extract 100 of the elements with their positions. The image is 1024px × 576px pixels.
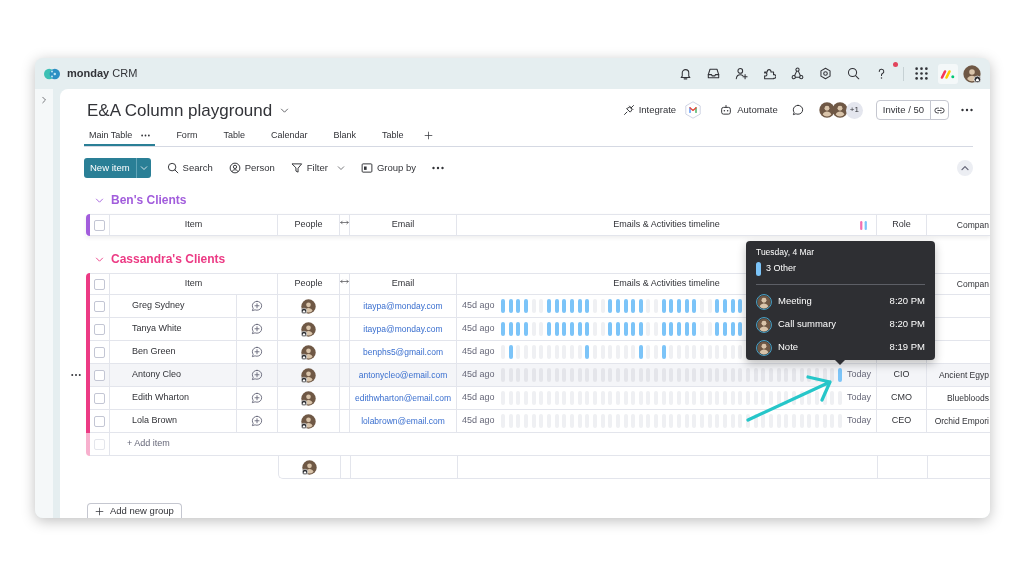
item-name[interactable]: Tanya White	[110, 318, 237, 340]
timeline-segment[interactable]	[523, 322, 528, 336]
toolbar-button[interactable]: Person	[228, 160, 275, 176]
item-name[interactable]: Greg Sydney	[110, 295, 237, 317]
timeline-segment[interactable]	[738, 299, 743, 313]
copy-link-button[interactable]	[930, 100, 949, 120]
checkbox[interactable]	[94, 346, 105, 358]
view-tab[interactable]: Calendar	[265, 125, 313, 146]
toolbar-button[interactable]: Filter	[290, 160, 345, 176]
collapse-icon[interactable]	[957, 160, 973, 176]
resize-icon[interactable]	[340, 277, 349, 286]
add-update-icon[interactable]	[251, 415, 263, 427]
timeline-segment[interactable]	[677, 322, 682, 336]
checkbox[interactable]	[94, 369, 105, 381]
timeline-segment[interactable]	[508, 299, 513, 313]
group-title[interactable]: Ben's Clients	[111, 191, 187, 209]
timeline-segment[interactable]	[746, 414, 750, 428]
checkbox[interactable]	[94, 300, 105, 312]
apps-grid-icon[interactable]	[915, 67, 928, 80]
invite-button[interactable]: Invite / 50	[875, 100, 931, 120]
timeline-segment[interactable]	[723, 299, 728, 313]
timeline-segment[interactable]	[684, 322, 689, 336]
timeline-segment[interactable]	[501, 322, 505, 336]
timeline-segment[interactable]	[508, 322, 513, 336]
timeline-segment[interactable]	[585, 299, 590, 313]
search-icon[interactable]	[847, 67, 860, 80]
timeline-segment[interactable]	[738, 345, 743, 359]
automate-button[interactable]: Automate	[720, 102, 778, 118]
table-row[interactable]: Lola Brown lolabrown@email.com 45d ago Today CEO Orchid Empori	[90, 410, 990, 433]
timeline-segment[interactable]	[768, 391, 773, 405]
timeline-segment[interactable]	[738, 322, 743, 336]
board-title[interactable]: E&A Column playground	[87, 101, 273, 119]
timeline-segment[interactable]	[615, 299, 620, 313]
timeline-segment[interactable]	[546, 322, 551, 336]
chevron-icon[interactable]	[95, 195, 104, 205]
timeline-segment[interactable]	[501, 299, 505, 313]
timeline-segment[interactable]	[715, 299, 720, 313]
timeline-segment[interactable]	[814, 391, 819, 405]
timeline-segment[interactable]	[585, 345, 590, 359]
timeline-segment[interactable]	[585, 322, 590, 336]
timeline-segment[interactable]	[730, 299, 735, 313]
item-name[interactable]: Edith Wharton	[110, 387, 237, 409]
network-icon[interactable]	[791, 67, 804, 80]
timeline-segment[interactable]	[768, 414, 773, 428]
timeline-segment[interactable]	[723, 322, 728, 336]
add-update-icon[interactable]	[251, 323, 263, 335]
timeline-segment[interactable]	[554, 299, 559, 313]
add-update-icon[interactable]	[251, 346, 263, 358]
plus-icon[interactable]	[424, 131, 434, 140]
email-link[interactable]: benphs5@gmail.com	[363, 345, 443, 359]
timeline-segment[interactable]	[661, 299, 666, 313]
timeline-segment[interactable]	[669, 322, 674, 336]
add-person-icon[interactable]	[735, 67, 748, 80]
timeline-segment[interactable]	[523, 299, 528, 313]
chevron-down-icon[interactable]	[280, 105, 290, 115]
timeline-segment[interactable]	[661, 322, 666, 336]
group-title[interactable]: Cassandra's Clients	[111, 250, 226, 268]
timeline-segment[interactable]	[508, 345, 513, 359]
timeline-segment[interactable]	[608, 299, 613, 313]
timeline-segment[interactable]	[516, 299, 521, 313]
member-count[interactable]: +1	[845, 101, 863, 119]
timeline-segment[interactable]	[638, 345, 643, 359]
puzzle-icon[interactable]	[763, 67, 776, 80]
timeline-segment[interactable]	[554, 322, 559, 336]
timeline-segment[interactable]	[569, 322, 574, 336]
settings-icon[interactable]	[819, 67, 832, 80]
email-link[interactable]: edithwharton@email.com	[354, 391, 451, 405]
add-update-icon[interactable]	[251, 392, 263, 404]
timeline-segment[interactable]	[638, 299, 643, 313]
new-item-button[interactable]: New item	[84, 158, 136, 178]
toolbar-button[interactable]: Search	[166, 160, 213, 176]
timeline-segment[interactable]	[631, 299, 636, 313]
timeline-segment[interactable]	[822, 368, 827, 382]
view-tab[interactable]: Table	[376, 125, 409, 146]
timeline-segment[interactable]	[608, 322, 613, 336]
avatar-icon[interactable]	[963, 64, 981, 83]
timeline-segment[interactable]	[822, 391, 827, 405]
view-tab[interactable]: Table	[218, 125, 250, 146]
timeline-segment[interactable]	[791, 391, 796, 405]
checkbox[interactable]	[94, 392, 105, 404]
timeline-segment[interactable]	[669, 299, 674, 313]
timeline-segment[interactable]	[677, 299, 682, 313]
add-update-icon[interactable]	[251, 300, 263, 312]
timeline-segment[interactable]	[623, 322, 628, 336]
integrate-button[interactable]: Integrate	[622, 102, 677, 118]
timeline-segment[interactable]	[623, 299, 628, 313]
email-link[interactable]: lolabrown@email.com	[361, 414, 445, 428]
email-link[interactable]: antonycleo@email.com	[358, 368, 448, 382]
timeline-segment[interactable]	[761, 414, 766, 428]
timeline-segment[interactable]	[631, 322, 636, 336]
checkbox[interactable]	[94, 415, 105, 427]
bell-icon[interactable]	[679, 67, 692, 80]
add-group-button[interactable]: Add new group	[87, 503, 182, 518]
checkbox[interactable]	[94, 219, 105, 231]
checkbox[interactable]	[94, 278, 105, 290]
email-link[interactable]: itaypa@monday.com	[363, 299, 443, 313]
timeline-segment[interactable]	[577, 322, 582, 336]
timeline-segment[interactable]	[516, 322, 521, 336]
timeline-segment[interactable]	[830, 368, 835, 382]
logo-icon[interactable]	[938, 63, 958, 84]
